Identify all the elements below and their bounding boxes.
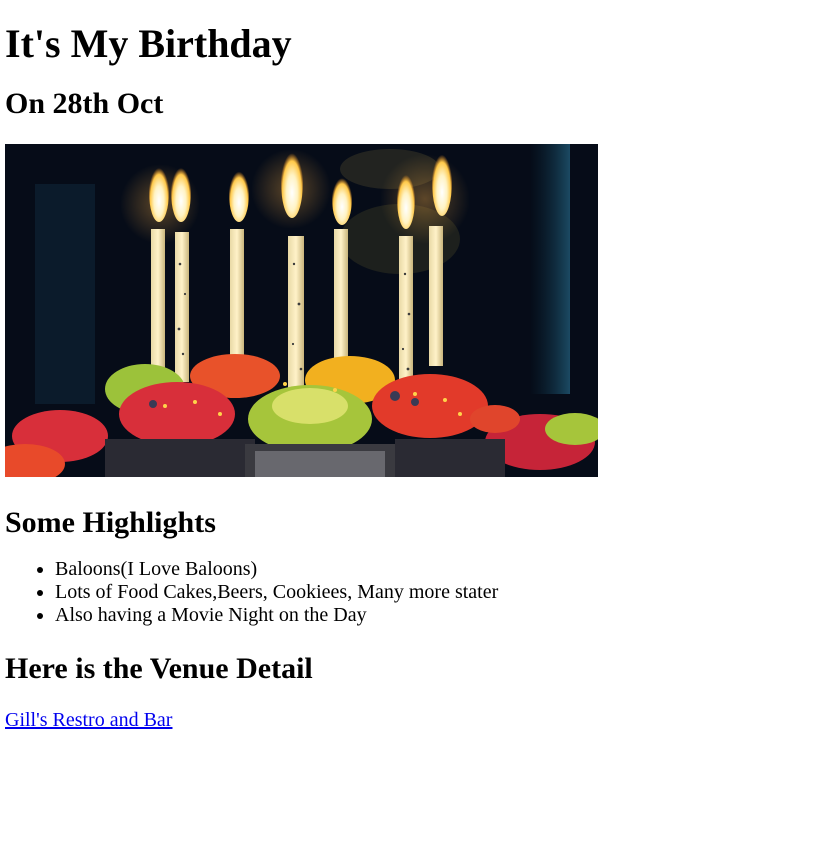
page-title: It's My Birthday	[5, 21, 292, 66]
page-subtitle: On 28th Oct	[5, 87, 164, 120]
highlight-item: Also having a Movie Night on the Day	[55, 604, 815, 627]
highlights-heading: Some Highlights	[5, 506, 216, 539]
highlights-list: Baloons(I Love Baloons) Lots of Food Cak…	[5, 558, 815, 627]
highlight-item: Baloons(I Love Baloons)	[55, 558, 815, 581]
hero-image	[5, 144, 598, 477]
venue-heading: Here is the Venue Detail	[5, 652, 313, 685]
venue-link[interactable]: Gill's Restro and Bar	[5, 708, 172, 732]
highlight-item: Lots of Food Cakes,Beers, Cookiees, Many…	[55, 581, 815, 604]
